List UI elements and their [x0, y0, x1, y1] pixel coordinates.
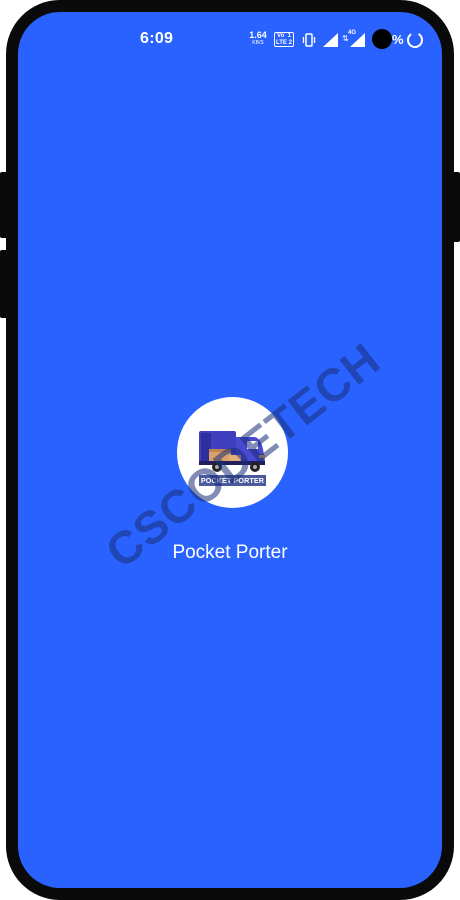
splash-screen: 6:09 1.64 KB/S Vo 1 LTE 2 ⇅ 4G % POCKET …	[18, 12, 442, 888]
volte-bottom-text: LTE 2	[276, 40, 292, 46]
volte-badge: Vo 1 LTE 2	[274, 32, 294, 47]
battery-percent-symbol: %	[392, 32, 404, 47]
signal-icon	[350, 33, 365, 47]
vibrate-icon	[302, 33, 316, 47]
status-time: 6:09	[140, 30, 174, 47]
network-speed-unit: KB/S	[252, 40, 264, 46]
front-camera	[372, 29, 392, 49]
volte-top-text: Vo 1	[277, 33, 291, 39]
status-bar: 6:09 1.64 KB/S Vo 1 LTE 2 ⇅ 4G %	[18, 12, 442, 62]
network-speed-value: 1.64	[249, 30, 267, 40]
network-speed: 1.64 KB/S	[247, 30, 269, 47]
app-name: Pocket Porter	[172, 542, 288, 563]
app-logo: POCKET PORTER	[177, 397, 288, 508]
logo-caption: POCKET PORTER	[199, 475, 266, 486]
signal-icon	[323, 33, 338, 47]
battery-charging-icon	[407, 32, 423, 48]
delivery-truck-icon	[199, 431, 265, 472]
